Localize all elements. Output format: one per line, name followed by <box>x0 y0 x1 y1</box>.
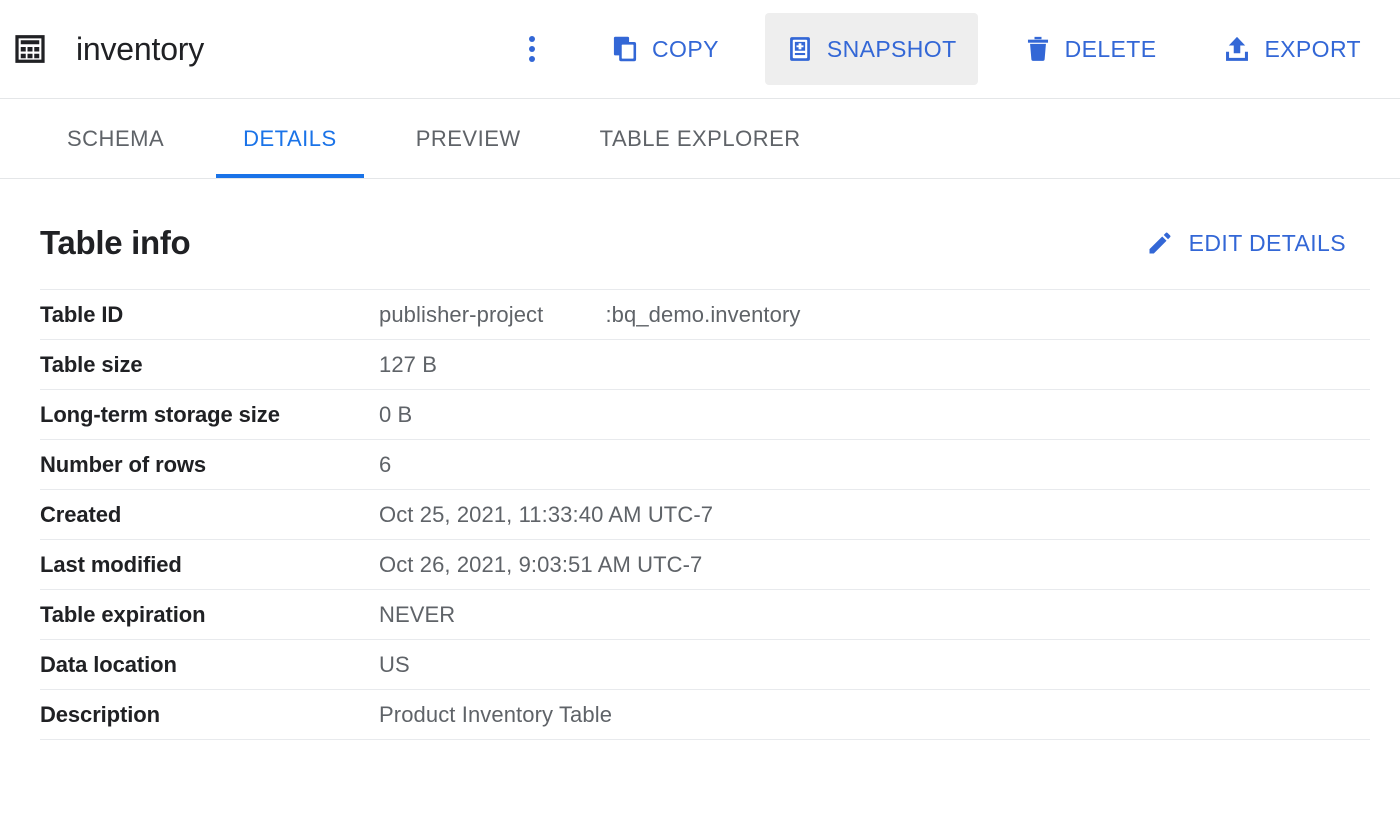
row-value: US <box>379 651 410 677</box>
table-row: Last modified Oct 26, 2021, 9:03:51 AM U… <box>40 540 1370 590</box>
row-label: Created <box>40 501 122 527</box>
row-label: Last modified <box>40 551 182 577</box>
table-row: Number of rows 6 <box>40 440 1370 490</box>
tab-preview-label: PREVIEW <box>415 125 521 151</box>
row-value: 0 B <box>379 401 413 427</box>
row-value: NEVER <box>379 601 456 627</box>
row-value: Oct 25, 2021, 11:33:40 AM UTC-7 <box>379 501 714 527</box>
pencil-icon <box>1149 232 1171 254</box>
row-label: Long-term storage size <box>40 401 280 427</box>
table-info-list: Table ID publisher-project :bq_demo.inve… <box>40 289 1370 740</box>
table-row: Table size 127 B <box>40 340 1370 390</box>
delete-button[interactable]: DELETE <box>1003 13 1178 85</box>
table-details-page: inventory COPY SNAPSHOT DELETE EXPORT SC… <box>0 0 1400 840</box>
export-button[interactable]: EXPORT <box>1202 13 1382 85</box>
copy-button-label: COPY <box>652 35 719 62</box>
section-header: Table info EDIT DETAILS <box>40 179 1360 289</box>
tab-preview[interactable]: PREVIEW <box>389 99 548 178</box>
tab-table-explorer-label: TABLE EXPLORER <box>599 125 801 151</box>
header-bar: inventory COPY SNAPSHOT DELETE EXPORT <box>0 0 1400 99</box>
copy-button[interactable]: COPY <box>590 13 740 85</box>
copy-icon <box>613 36 637 62</box>
row-value: 6 <box>379 451 392 477</box>
table-row: Table expiration NEVER <box>40 590 1370 640</box>
snapshot-button-label: SNAPSHOT <box>826 35 957 62</box>
tab-details-label: DETAILS <box>243 125 337 151</box>
snapshot-icon <box>789 37 810 61</box>
row-value: Oct 26, 2021, 9:03:51 AM UTC-7 <box>379 551 703 577</box>
table-row: Description Product Inventory Table <box>40 690 1370 740</box>
edit-details-button[interactable]: EDIT DETAILS <box>1138 219 1360 267</box>
row-label: Table expiration <box>40 601 206 627</box>
table-row: Table ID publisher-project :bq_demo.inve… <box>40 289 1370 340</box>
table-row: Data location US <box>40 640 1370 690</box>
more-options-icon[interactable] <box>512 29 552 69</box>
row-value: Product Inventory Table <box>379 701 613 727</box>
row-value: publisher-project :bq_demo.inventory <box>379 301 801 327</box>
upload-icon <box>1226 36 1249 61</box>
snapshot-button[interactable]: SNAPSHOT <box>764 13 978 85</box>
kebab-dot <box>529 46 536 52</box>
tab-table-explorer[interactable]: TABLE EXPLORER <box>573 99 828 178</box>
table-grid-icon <box>15 35 45 63</box>
table-info-body: Table ID publisher-project :bq_demo.inve… <box>40 289 1370 740</box>
kebab-dot <box>529 56 536 62</box>
delete-button-label: DELETE <box>1064 35 1157 62</box>
row-label: Description <box>40 701 160 727</box>
row-label: Data location <box>40 651 177 677</box>
kebab-dot <box>529 36 536 42</box>
edit-details-label: EDIT DETAILS <box>1188 229 1346 256</box>
table-row: Long-term storage size 0 B <box>40 390 1370 440</box>
tab-schema-label: SCHEMA <box>67 125 165 151</box>
table-row: Created Oct 25, 2021, 11:33:40 AM UTC-7 <box>40 490 1370 540</box>
row-label: Number of rows <box>40 451 207 477</box>
tab-bar: SCHEMA DETAILS PREVIEW TABLE EXPLORER <box>0 99 1400 179</box>
tab-details[interactable]: DETAILS <box>216 99 364 178</box>
page-title: inventory <box>76 30 205 67</box>
row-label: Table size <box>40 351 143 377</box>
export-button-label: EXPORT <box>1264 35 1361 62</box>
details-panel: Table info EDIT DETAILS Table ID publish… <box>0 179 1400 740</box>
row-value: 127 B <box>379 351 437 377</box>
trash-icon <box>1027 36 1048 61</box>
section-title: Table info <box>40 224 191 261</box>
row-label: Table ID <box>40 301 124 327</box>
tab-schema[interactable]: SCHEMA <box>40 99 191 178</box>
